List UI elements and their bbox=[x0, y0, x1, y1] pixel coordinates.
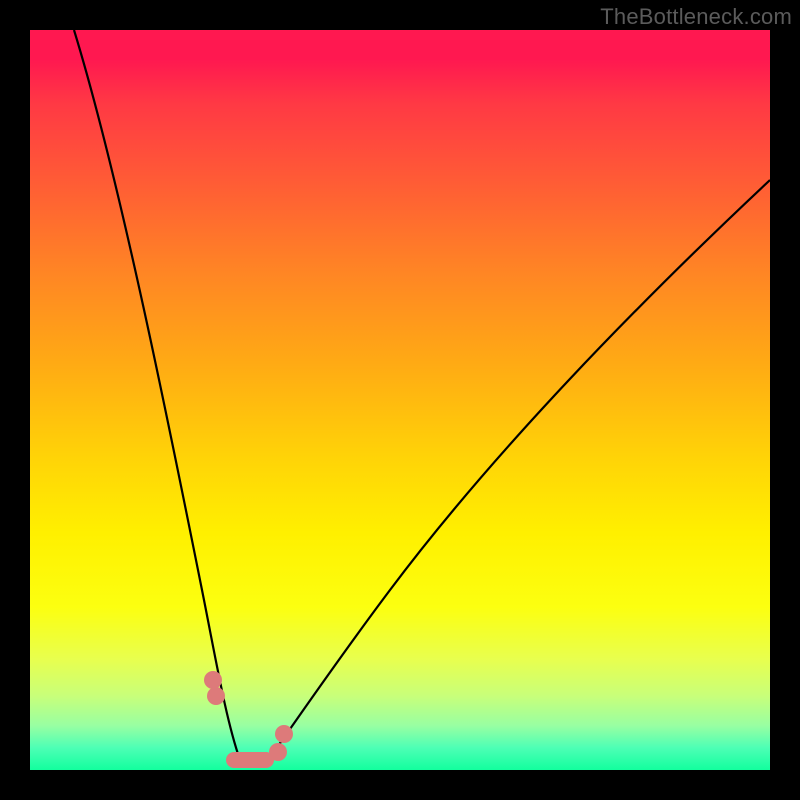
bottleneck-curve bbox=[30, 30, 770, 770]
marker-dot bbox=[207, 687, 225, 705]
curve-right bbox=[268, 180, 770, 760]
plot-area bbox=[30, 30, 770, 770]
marker-dot bbox=[204, 671, 222, 689]
curve-left bbox=[74, 30, 240, 760]
marker-dot bbox=[275, 725, 293, 743]
figure-root: TheBottleneck.com bbox=[0, 0, 800, 800]
watermark-label: TheBottleneck.com bbox=[600, 4, 792, 30]
marker-bar bbox=[226, 752, 274, 768]
marker-dot bbox=[269, 743, 287, 761]
